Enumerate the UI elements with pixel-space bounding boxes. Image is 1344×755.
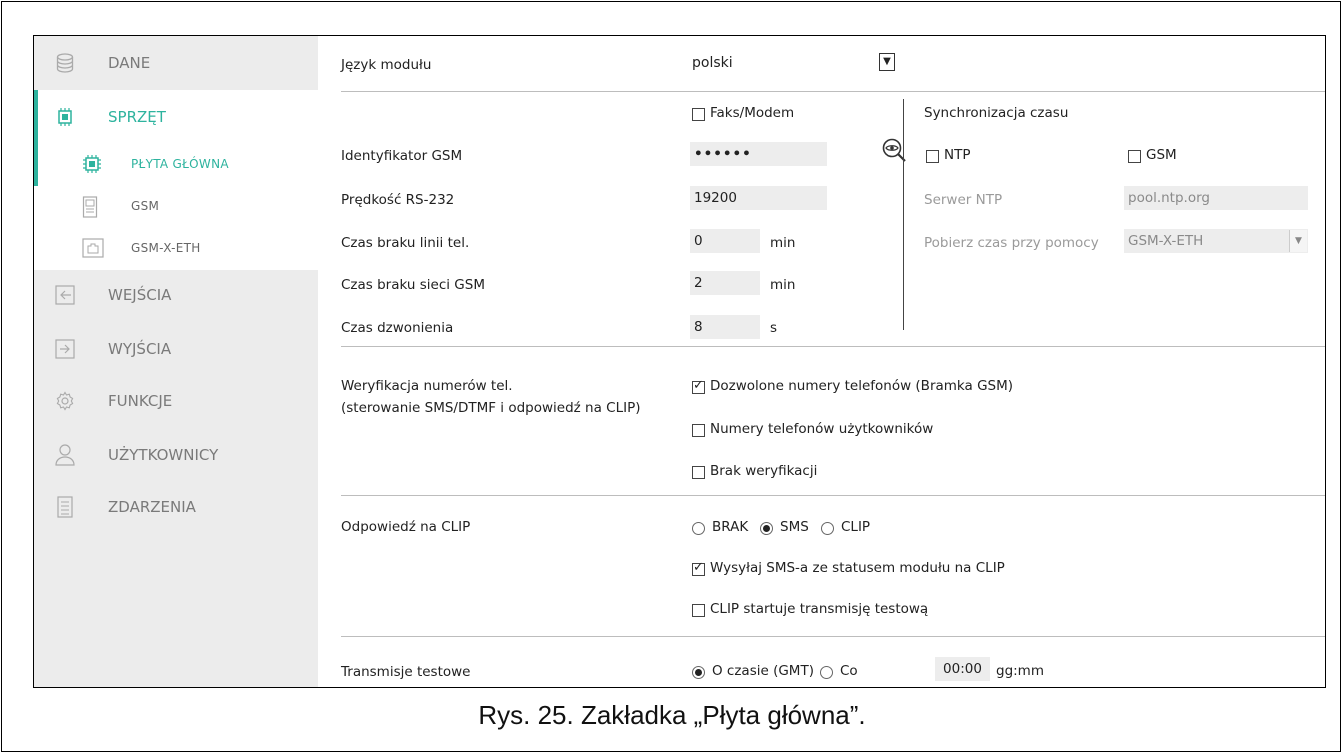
gsm-sync-label: GSM [1146,147,1177,163]
test-radio-time[interactable] [692,666,705,679]
rs232-field[interactable]: 19200 [690,186,827,210]
ring-label: Czas dzwonienia [341,320,454,336]
sidebar-item-wyjscia[interactable]: WYJŚCIA [34,322,318,376]
sidebar-item-label: WEJŚCIA [108,286,172,304]
sidebar-subitem-gsm[interactable]: GSM [34,186,318,228]
sidebar-item-funkcje[interactable]: FUNKCJE [34,374,318,428]
sidebar-item-uzytkownicy[interactable]: UŻYTKOWNICY [34,428,318,482]
output-icon [54,338,76,360]
allowed-numbers-label: Dozwolone numery telefonów (Bramka GSM) [710,378,1014,394]
sidebar: DANE SPRZĘT PŁYTA GŁÓWNA GSM GSM-X-ETH W… [34,36,318,687]
user-icon [54,444,76,466]
clip-radio-brak-label: BRAK [712,519,749,535]
sidebar-subitem-gsm-x-eth[interactable]: GSM-X-ETH [34,228,318,270]
language-select[interactable]: polski ▼ [690,51,895,75]
gsm-sync-checkbox[interactable] [1128,150,1141,163]
sidebar-item-label: ZDARZENIA [108,498,196,516]
database-icon [54,52,76,74]
ethernet-module-icon [82,238,104,260]
no-line-label: Czas braku linii tel. [341,235,470,251]
divider [341,495,1325,496]
no-line-field[interactable]: 0 [690,229,760,253]
user-numbers-checkbox[interactable] [692,424,705,437]
get-time-select[interactable]: GSM-X-ETH ▼ [1124,229,1308,253]
allowed-numbers-checkbox[interactable] [692,378,705,394]
chip-icon [82,154,102,176]
document-icon [54,496,76,518]
gsm-id-field[interactable]: •••••• [690,142,827,166]
sidebar-subitem-label: GSM [131,199,160,213]
sidebar-subitem-label: PŁYTA GŁÓWNA [131,157,229,171]
gsm-module-icon [82,196,102,218]
sidebar-item-zdarzenia[interactable]: ZDARZENIA [34,480,318,534]
no-line-unit: min [770,235,796,251]
chip-icon [54,106,76,128]
ntp-checkbox[interactable] [926,150,939,163]
test-radio-every-label: Co [840,663,858,679]
test-time-unit: gg:mm [996,663,1044,679]
divider [341,346,1325,347]
no-gsm-label: Czas braku sieci GSM [341,277,485,293]
chevron-down-icon[interactable]: ▼ [879,53,895,71]
rs232-label: Prędkość RS-232 [341,192,455,208]
test-time-field[interactable]: 00:00 [935,657,990,681]
no-verification-checkbox[interactable] [692,466,705,479]
send-sms-status-checkbox[interactable] [692,560,705,576]
clip-label: Odpowiedź na CLIP [341,519,471,535]
clip-radio-sms[interactable] [760,522,773,535]
ntp-server-field[interactable]: pool.ntp.org [1124,186,1308,210]
verification-sublabel: (sterowanie SMS/DTMF i odpowiedź na CLIP… [341,400,641,416]
clip-radio-clip-label: CLIP [841,519,871,535]
figure-caption: Rys. 25. Zakładka „Płyta główna”. [478,700,866,730]
sidebar-item-label: DANE [108,54,151,72]
divider [341,636,1325,637]
chevron-down-icon[interactable]: ▼ [1289,230,1307,252]
clip-radio-clip[interactable] [821,522,834,535]
get-time-label: Pobierz czas przy pomocy [924,235,1099,251]
sidebar-item-label: WYJŚCIA [108,340,172,358]
clip-test-label: CLIP startuje transmisję testową [710,601,929,617]
vertical-divider [903,99,904,330]
test-radio-time-label: O czasie (GMT) [712,663,814,679]
sidebar-item-dane[interactable]: DANE [34,36,318,90]
user-numbers-label: Numery telefonów użytkowników [710,421,934,437]
sidebar-item-label: SPRZĘT [108,108,166,126]
sync-title: Synchronizacja czasu [924,105,1069,121]
gsm-id-label: Identyfikator GSM [341,148,463,164]
ntp-server-label: Serwer NTP [924,192,1003,208]
divider [341,91,1325,92]
ring-field[interactable]: 8 [690,315,760,339]
main-panel: Język modułu polski ▼ Faks/Modem Identyf… [318,36,1325,687]
ring-unit: s [770,320,778,336]
language-label: Język modułu [341,57,432,73]
ntp-label: NTP [944,147,971,163]
clip-radio-brak[interactable] [692,522,705,535]
no-gsm-unit: min [770,277,796,293]
clip-radio-sms-label: SMS [780,519,809,535]
no-gsm-field[interactable]: 2 [690,271,760,295]
fax-modem-label: Faks/Modem [710,105,795,121]
clip-test-checkbox[interactable] [692,604,705,617]
send-sms-status-label: Wysyłaj SMS-a ze statusem modułu na CLIP [710,560,1005,576]
sidebar-item-label: UŻYTKOWNICY [108,446,219,464]
input-icon [54,284,76,306]
fax-modem-checkbox[interactable] [692,108,705,121]
app-window: DANE SPRZĘT PŁYTA GŁÓWNA GSM GSM-X-ETH W… [33,35,1326,688]
sidebar-subitem-plyta-glowna[interactable]: PŁYTA GŁÓWNA [34,144,318,186]
sidebar-item-sprzet[interactable]: SPRZĘT [34,90,318,144]
gear-icon [54,390,76,412]
sidebar-subitem-label: GSM-X-ETH [131,241,201,255]
sidebar-item-label: FUNKCJE [108,392,173,410]
test-radio-every[interactable] [820,666,833,679]
verification-label: Weryfikacja numerów tel. [341,378,513,394]
sidebar-item-wejscia[interactable]: WEJŚCIA [34,268,318,322]
test-label: Transmisje testowe [341,664,471,680]
no-verification-label: Brak weryfikacji [710,463,818,479]
